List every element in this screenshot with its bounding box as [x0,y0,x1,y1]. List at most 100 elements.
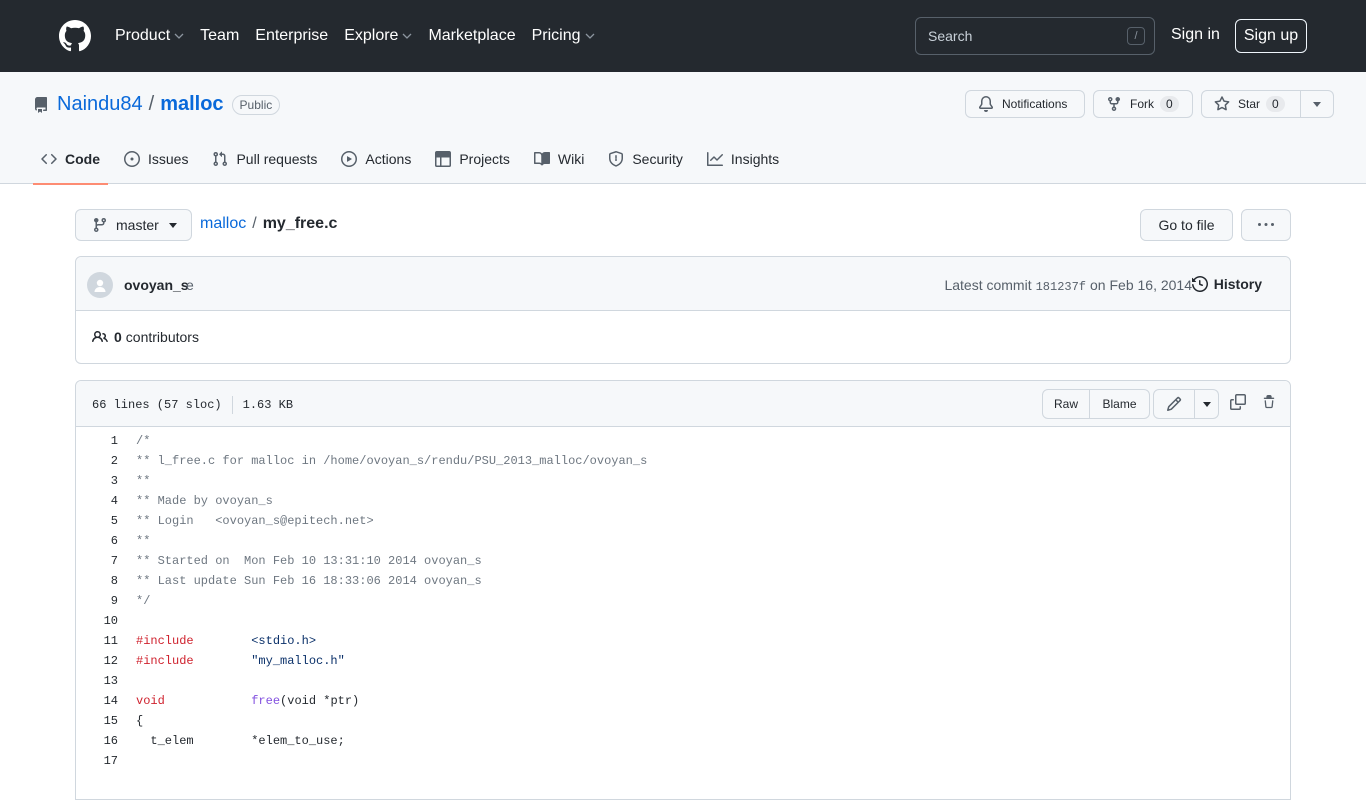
nav-label: Pricing [531,27,581,44]
repo-tabs: Code Issues Pull requests Actions Projec… [33,134,795,185]
code-line: 13 [76,671,1290,691]
issue-icon [124,151,140,167]
branch-select-button[interactable]: master [75,209,192,241]
go-to-file-button[interactable]: Go to file [1140,209,1233,241]
code-line: 3 ** [76,471,1290,491]
line-content: ** Login <ovoyan_s@epitech.net> [136,514,374,528]
fork-button[interactable]: Fork 0 [1093,90,1193,118]
tab-actions[interactable]: Actions [333,134,419,184]
line-number[interactable]: 4 [76,491,118,511]
line-number[interactable]: 11 [76,631,118,651]
line-number[interactable]: 14 [76,691,118,711]
file-lines-info: 66 lines (57 sloc) [92,398,222,412]
repo-owner-link[interactable]: Naindu84 [57,93,143,116]
code-keyword: void [136,694,165,708]
line-number[interactable]: 1 [76,431,118,451]
file-info: 66 lines (57 sloc) 1.63 KB [92,396,293,414]
star-button[interactable]: Star 0 [1201,90,1301,118]
raw-button[interactable]: Raw [1042,389,1090,419]
line-content [118,671,136,691]
line-content [118,751,136,771]
line-number[interactable]: 6 [76,531,118,551]
file-size: 1.63 KB [242,398,294,412]
nav-pricing[interactable]: Pricing [532,27,595,45]
blame-button[interactable]: Blame [1090,389,1150,419]
tab-projects[interactable]: Projects [427,134,518,184]
edit-button[interactable] [1153,389,1195,419]
avatar[interactable] [87,272,113,298]
tab-label: Code [65,151,100,167]
nav-marketplace[interactable]: Marketplace [428,27,515,45]
trash-icon[interactable] [1262,394,1276,410]
tab-pull-requests[interactable]: Pull requests [204,134,325,184]
commit-sha[interactable]: 181237f [1036,280,1086,294]
tab-code[interactable]: Code [33,134,108,185]
commit-message[interactable]: e [186,277,194,293]
line-content [118,611,136,631]
repo-title: Naindu84 / malloc Public [33,93,281,116]
line-content: ** [136,474,151,488]
chevron-down-icon [402,33,412,39]
tab-issues[interactable]: Issues [116,134,196,184]
visibility-badge: Public [231,94,281,115]
line-number[interactable]: 16 [76,731,118,751]
line-number[interactable]: 15 [76,711,118,731]
line-number[interactable]: 3 [76,471,118,491]
line-content: /* [136,434,151,448]
edit-dropdown-button[interactable] [1195,389,1219,419]
line-number[interactable]: 9 [76,591,118,611]
search-input[interactable]: Search / [915,17,1155,55]
line-number[interactable]: 5 [76,511,118,531]
contributors[interactable]: 0 contributors [92,329,199,345]
line-number[interactable]: 2 [76,451,118,471]
latest-commit-info: Latest commit 181237f on Feb 16, 2014 [944,277,1192,294]
kebab-horizontal-icon [1258,223,1274,226]
latest-commit-box: ovoyan_s e Latest commit 181237f on Feb … [75,256,1291,364]
breadcrumb-repo-link[interactable]: malloc [200,215,246,233]
tab-label: Wiki [557,151,585,167]
history-link[interactable]: History [1191,276,1262,292]
table-icon [435,151,452,167]
tab-insights[interactable]: Insights [699,134,787,184]
search-placeholder: Search [928,28,973,44]
sign-up-button[interactable]: Sign up [1235,19,1307,53]
tab-wiki[interactable]: Wiki [526,134,592,184]
copy-icon[interactable] [1230,394,1246,410]
tab-security[interactable]: Security [600,134,691,184]
commit-author[interactable]: ovoyan_s [124,277,189,293]
nav-product[interactable]: Product [115,27,184,45]
star-counter: 0 [1266,96,1285,112]
tab-label: Insights [730,151,780,167]
repo-header: Naindu84 / malloc Public Notifications F… [0,72,1366,185]
nav-team[interactable]: Team [200,27,239,45]
sign-in-link[interactable]: Sign in [1171,26,1220,44]
line-content: ** Started on Mon Feb 10 13:31:10 2014 o… [136,554,482,568]
code-icon [41,153,57,165]
code-function: free [251,694,281,708]
line-number[interactable]: 7 [76,551,118,571]
triangle-down-icon [168,222,177,228]
fork-label: Fork [1130,97,1154,111]
tab-label: Pull requests [236,151,318,167]
breadcrumb-file: my_free.c [262,215,338,232]
star-dropdown-button[interactable] [1301,90,1334,118]
nav-explore[interactable]: Explore [344,27,412,45]
line-number[interactable]: 10 [76,611,118,631]
line-number[interactable]: 12 [76,651,118,671]
nav-enterprise[interactable]: Enterprise [255,27,328,45]
contributors-label: contributors [125,329,199,345]
line-number[interactable]: 17 [76,751,118,771]
line-number[interactable]: 8 [76,571,118,591]
repo-name-link[interactable]: malloc [160,93,223,116]
github-logo-icon[interactable] [59,20,91,52]
more-options-button[interactable] [1241,209,1291,241]
code-line: 7 ** Started on Mon Feb 10 13:31:10 2014 … [76,551,1290,571]
nav-label: Marketplace [428,27,516,44]
code-params: (void *ptr) [280,694,360,708]
graph-icon [706,152,723,166]
line-number[interactable]: 13 [76,671,118,691]
star-icon [1214,96,1230,111]
notifications-button[interactable]: Notifications [965,90,1085,118]
